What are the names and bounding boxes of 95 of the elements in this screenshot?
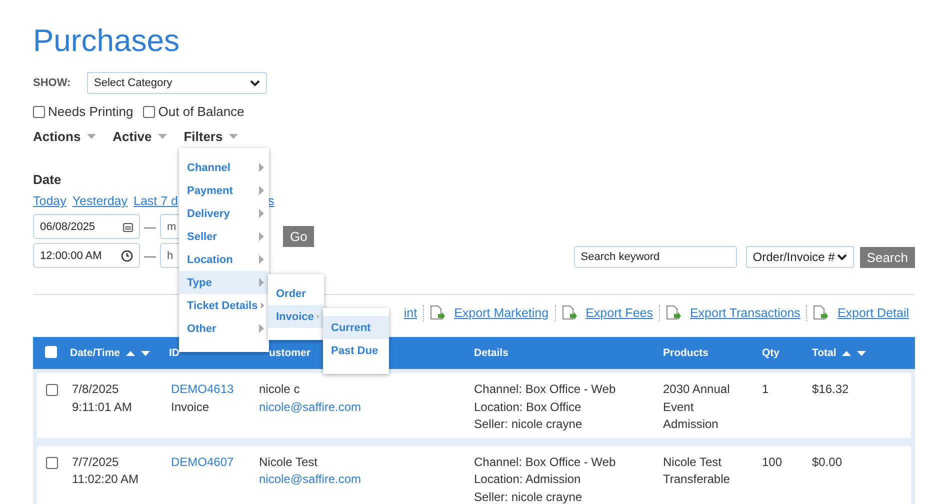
customer-email-link[interactable]: nicole@saffire.com [259, 471, 474, 488]
detail-text: Seller: nicole crayne [474, 488, 584, 504]
total-text: $16.32 [812, 381, 850, 398]
date-heading: Date [33, 172, 62, 187]
column-header: Products [663, 347, 709, 359]
time-text: 9:11:01 AM [72, 398, 133, 416]
caret-down-icon [86, 134, 96, 139]
start-time-field[interactable]: 12:00:00 AM [33, 243, 140, 268]
order-id-link[interactable]: DEMO4613 [171, 381, 259, 398]
customer-email-link[interactable]: nicole@saffire.com [259, 398, 474, 416]
column-header[interactable]: Total [812, 347, 836, 359]
qty-text: 1 [762, 381, 770, 398]
menu-item[interactable]: Past Due [323, 339, 389, 362]
chevron-down-icon [250, 80, 260, 86]
submenu-arrow-icon [259, 255, 264, 264]
range-dash: — [144, 248, 156, 262]
export-link[interactable]: Export Marketing [454, 306, 549, 320]
show-label: SHOW: [33, 77, 72, 89]
date-range-link[interactable]: Today [33, 194, 66, 208]
row-checkbox[interactable] [46, 384, 58, 396]
checkbox-label: Needs Printing [48, 104, 134, 119]
file-export-icon [430, 305, 446, 321]
range-dash: — [144, 220, 156, 234]
menu-item[interactable]: Current [323, 316, 389, 339]
time-text: 11:02:20 AM [72, 471, 140, 488]
checkbox[interactable] [143, 106, 156, 118]
menu-item[interactable]: Location [179, 248, 269, 271]
date-range-link[interactable]: Yesterday [72, 194, 128, 208]
submenu-arrow-icon [259, 324, 264, 333]
menu-item[interactable]: Other [179, 317, 269, 340]
submenu-arrow-icon [259, 232, 264, 241]
sort-up-icon [126, 350, 135, 356]
file-export-icon [562, 305, 577, 321]
menu-button[interactable]: Filters [184, 129, 238, 144]
column-header: ID [169, 347, 180, 359]
menu-item[interactable]: Order [268, 282, 324, 305]
export-link[interactable]: Export Transactions [690, 306, 800, 320]
column-header: ustomer [268, 347, 310, 359]
start-date-field[interactable]: 06/08/2025 [33, 214, 140, 239]
submenu-arrow-icon [259, 163, 264, 172]
order-type-text: Invoice [171, 398, 210, 416]
date-range-link[interactable]: Last 7 d [134, 194, 178, 208]
customer-name: nicole c [259, 381, 301, 398]
column-header: Details [474, 347, 508, 359]
column-header[interactable]: Date/Time [70, 347, 120, 359]
caret-down-icon [857, 350, 866, 356]
search-field[interactable]: Search keyword [574, 246, 737, 268]
search-field-select[interactable]: Order/Invoice # [746, 246, 854, 268]
detail-text: Location: Box Office [474, 398, 582, 416]
detail-text: Channel: Box Office - Web [474, 454, 617, 470]
order-id-link[interactable]: DEMO4607 [171, 454, 259, 471]
export-link[interactable]: Export Fees [586, 306, 653, 320]
products-text: Nicole Test Transferable [663, 454, 731, 488]
menu-item[interactable]: Seller [179, 225, 269, 248]
menu-item[interactable]: Type [179, 271, 269, 294]
checkbox[interactable] [33, 106, 45, 118]
submenu-arrow-icon [259, 186, 264, 195]
file-export-icon [813, 305, 828, 321]
detail-text: Location: Admission [474, 471, 582, 488]
date-text: 7/7/2025 [72, 454, 120, 470]
menu-button[interactable]: Active [112, 129, 167, 144]
export-link[interactable]: int [404, 306, 418, 320]
clock-icon [121, 250, 133, 262]
caret-down-icon [228, 134, 238, 139]
products-text: 2030 Annual Event Admission [663, 381, 731, 433]
page-title: Purchases [33, 22, 180, 60]
search-button[interactable]: Search [860, 246, 915, 268]
detail-text: Channel: Box Office - Web [474, 381, 617, 398]
menu-item[interactable]: Channel [179, 156, 269, 179]
menu-item[interactable]: Ticket Details [179, 294, 269, 317]
sort-up-icon [842, 350, 852, 356]
detail-text: Seller: nicole crayne [474, 416, 584, 433]
column-header: Qty [762, 347, 780, 359]
qty-text: 100 [762, 454, 784, 470]
go-button[interactable]: Go [283, 226, 314, 246]
chevron-down-icon [836, 254, 847, 260]
menu-button[interactable]: Actions [33, 129, 96, 144]
row-checkbox[interactable] [46, 456, 58, 468]
checkbox-label: Out of Balance [158, 104, 244, 119]
select-all-checkbox[interactable] [45, 346, 57, 358]
file-export-icon [666, 305, 681, 321]
menu-item[interactable]: Invoice [268, 305, 324, 328]
total-text: $0.00 [812, 454, 844, 470]
submenu-arrow-icon [260, 301, 264, 310]
menu-item[interactable]: Delivery [179, 202, 269, 225]
export-link[interactable]: Export Detail [837, 306, 909, 320]
menu-item[interactable]: Payment [179, 179, 269, 202]
date-text: 7/8/2025 [72, 381, 120, 398]
customer-name: Nicole Test [259, 454, 318, 470]
category-select[interactable]: Select Category [87, 72, 267, 94]
caret-down-icon [158, 134, 167, 139]
submenu-arrow-icon [259, 209, 264, 218]
caret-down-icon [141, 350, 150, 356]
calendar-icon [123, 222, 133, 232]
submenu-arrow-icon [259, 278, 264, 287]
